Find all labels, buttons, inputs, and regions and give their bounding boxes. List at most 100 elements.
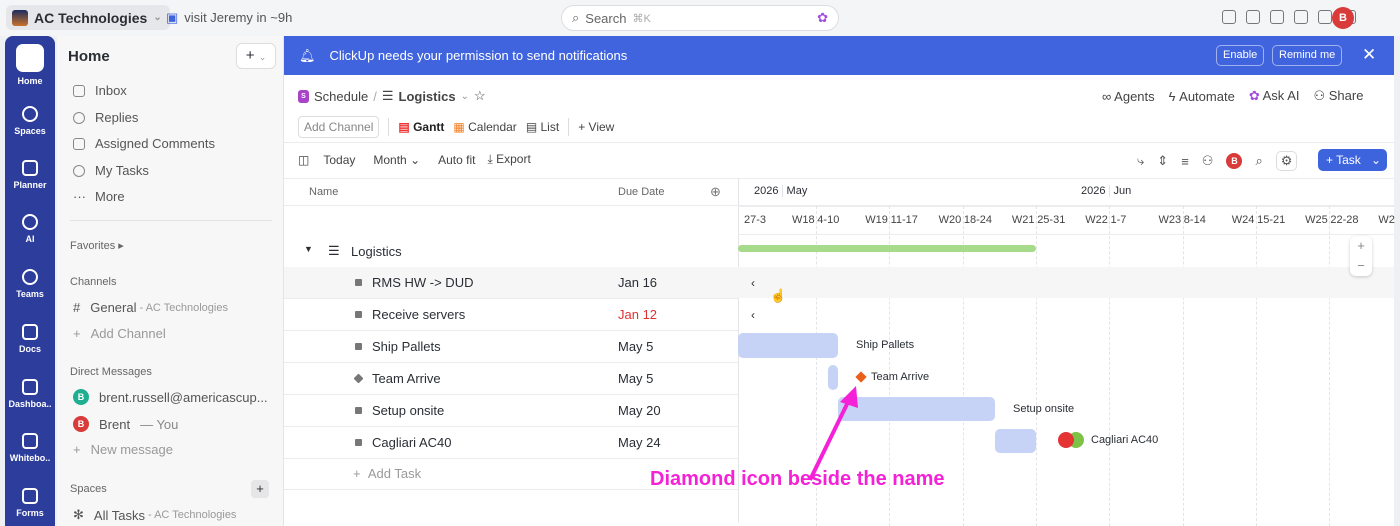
rail-planner[interactable]: Planner [5, 160, 55, 190]
search-icon[interactable]: ⌕ [1255, 153, 1262, 169]
table-row[interactable]: Cagliari AC40 May 24 [284, 427, 738, 459]
add-column-icon[interactable]: ⊕ [710, 184, 721, 200]
table-row[interactable]: Receive servers Jan 12 [284, 299, 738, 331]
month-select[interactable]: Month ⌄ [373, 153, 420, 167]
add-channel[interactable]: + Add Channel [73, 326, 166, 341]
bar-ship-pallets[interactable] [738, 333, 838, 358]
sidebar-item-replies[interactable]: Replies [73, 110, 138, 125]
list-icon: ☰ [381, 88, 394, 103]
tab-calendar[interactable]: ▦ Calendar [453, 120, 516, 134]
table-row[interactable]: RMS HW -> DUD Jan 16 [284, 267, 738, 299]
task-name[interactable]: RMS HW -> DUD [372, 275, 473, 290]
collapse-caret-icon[interactable]: ▼ [304, 244, 313, 254]
workspace-switcher[interactable]: AC Technologies ⌄ [6, 5, 170, 30]
rail-ai[interactable]: AI [5, 214, 55, 244]
task-status-icon[interactable] [355, 311, 362, 318]
search-input[interactable]: ⌕ Search ⌘K ✿ [561, 5, 839, 31]
task-status-icon[interactable] [355, 279, 362, 286]
view-tabs: Add Channel ▤ Gantt ▦ Calendar ▤ List + … [298, 116, 614, 138]
zoom-out-button[interactable]: − [1350, 256, 1372, 276]
dependency-icon[interactable]: ⤷ [1137, 153, 1144, 169]
due-date[interactable]: May 5 [618, 339, 653, 354]
due-date[interactable]: May 20 [618, 403, 661, 418]
sidebar-item-my-tasks[interactable]: My Tasks [73, 163, 149, 178]
space-all-tasks[interactable]: ✻ All Tasks - AC Technologies [73, 507, 236, 523]
task-name[interactable]: Ship Pallets [372, 339, 441, 354]
favorites-header[interactable]: Favorites ▸ [70, 239, 124, 252]
breadcrumb-space[interactable]: Schedule [314, 89, 368, 104]
ai-icon[interactable]: ✿ [817, 10, 828, 26]
inbox-icon[interactable] [1246, 10, 1260, 24]
table-row[interactable]: Team Arrive May 5 [284, 363, 738, 395]
automate-button[interactable]: ϟ Automate [1169, 89, 1235, 104]
assignee-icon[interactable]: ⚇ [1202, 153, 1214, 169]
rail-dashboards[interactable]: Dashboa.. [5, 379, 55, 409]
task-name[interactable]: Setup onsite [372, 403, 444, 418]
autofit-button[interactable]: Auto fit [438, 153, 475, 167]
group-name[interactable]: Logistics [351, 244, 402, 259]
chevron-down-icon[interactable]: ⌄ [461, 91, 469, 102]
milestone-icon[interactable] [353, 373, 364, 384]
rail-home[interactable]: Home [5, 44, 55, 86]
column-due-date[interactable]: Due Date [618, 186, 664, 198]
me-avatar[interactable]: B [1226, 153, 1243, 169]
column-name[interactable]: Name [309, 186, 338, 198]
breadcrumb-list[interactable]: Logistics [399, 89, 456, 104]
expand-icon[interactable]: ⇕ [1157, 153, 1168, 169]
create-button[interactable]: + ⌄ [236, 43, 276, 69]
task-check-icon[interactable] [1222, 10, 1236, 24]
rail-forms[interactable]: Forms [5, 488, 55, 518]
add-task-button[interactable]: + Task ⌄ [1318, 149, 1387, 171]
video-icon[interactable] [1294, 10, 1308, 24]
add-task-row[interactable]: + Add Task [353, 466, 421, 481]
table-row[interactable]: Ship Pallets May 5 [284, 331, 738, 363]
new-message[interactable]: + New message [73, 442, 173, 457]
export-button[interactable]: ⤓ Export [487, 152, 530, 167]
table-row[interactable]: Setup onsite May 20 [284, 395, 738, 427]
offscreen-left-icon[interactable]: ‹ [751, 276, 755, 290]
star-icon[interactable]: ☆ [474, 88, 486, 104]
sidebar-item-more[interactable]: ··· More [73, 189, 125, 204]
rail-docs[interactable]: Docs [5, 324, 55, 354]
task-status-icon[interactable] [355, 407, 362, 414]
rail-teams[interactable]: Teams [5, 269, 55, 299]
agents-button[interactable]: ∞ Agents [1102, 89, 1155, 104]
task-status-icon[interactable] [355, 343, 362, 350]
sidebar-item-assigned-comments[interactable]: Assigned Comments [73, 136, 215, 151]
dm-brent[interactable]: B Brent — You [73, 416, 178, 432]
due-date[interactable]: May 24 [618, 435, 661, 450]
share-button[interactable]: ⚇ Share [1313, 88, 1363, 104]
settings-icon[interactable]: ⚙ [1275, 151, 1298, 171]
zoom-in-button[interactable]: + [1350, 236, 1372, 256]
add-channel-button[interactable]: Add Channel [298, 116, 380, 138]
rail-whiteboards[interactable]: Whitebo.. [5, 433, 55, 463]
task-name[interactable]: Team Arrive [372, 371, 441, 386]
alarm-icon[interactable] [1318, 10, 1332, 24]
add-space-button[interactable]: + [251, 480, 269, 498]
task-name[interactable]: Receive servers [372, 307, 465, 322]
remind-me-button[interactable]: Remind me [1272, 45, 1343, 66]
tab-list[interactable]: ▤ List [526, 120, 559, 134]
due-date[interactable]: May 5 [618, 371, 653, 386]
tab-gantt[interactable]: ▤ Gantt [398, 120, 444, 134]
dm-brent-russell[interactable]: Bbrent.russell@americascup... [73, 389, 268, 405]
sidebar-toggle-icon[interactable]: ◫ [298, 153, 309, 167]
due-date[interactable]: Jan 12 [618, 307, 657, 322]
reminder[interactable]: ▣ visit Jeremy in ~9h [166, 10, 292, 26]
sidebar-item-inbox[interactable]: Inbox [73, 83, 127, 98]
bar-cagliari[interactable] [995, 429, 1036, 453]
filter-icon[interactable]: ≡ [1181, 154, 1189, 169]
offscreen-left-icon[interactable]: ‹ [751, 308, 755, 322]
enable-button[interactable]: Enable [1216, 45, 1265, 66]
notepad-icon[interactable] [1270, 10, 1284, 24]
add-view-button[interactable]: + View [578, 120, 614, 134]
ask-ai-button[interactable]: ✿ Ask AI [1249, 88, 1300, 104]
rail-spaces[interactable]: Spaces [5, 106, 55, 136]
task-name[interactable]: Cagliari AC40 [372, 435, 452, 450]
due-date[interactable]: Jan 16 [618, 275, 657, 290]
close-icon[interactable]: ✕ [1362, 45, 1376, 65]
today-button[interactable]: Today [323, 153, 355, 167]
task-status-icon[interactable] [355, 439, 362, 446]
channel-general[interactable]: # General - AC Technologies [73, 300, 228, 315]
user-avatar[interactable]: B [1332, 7, 1354, 29]
